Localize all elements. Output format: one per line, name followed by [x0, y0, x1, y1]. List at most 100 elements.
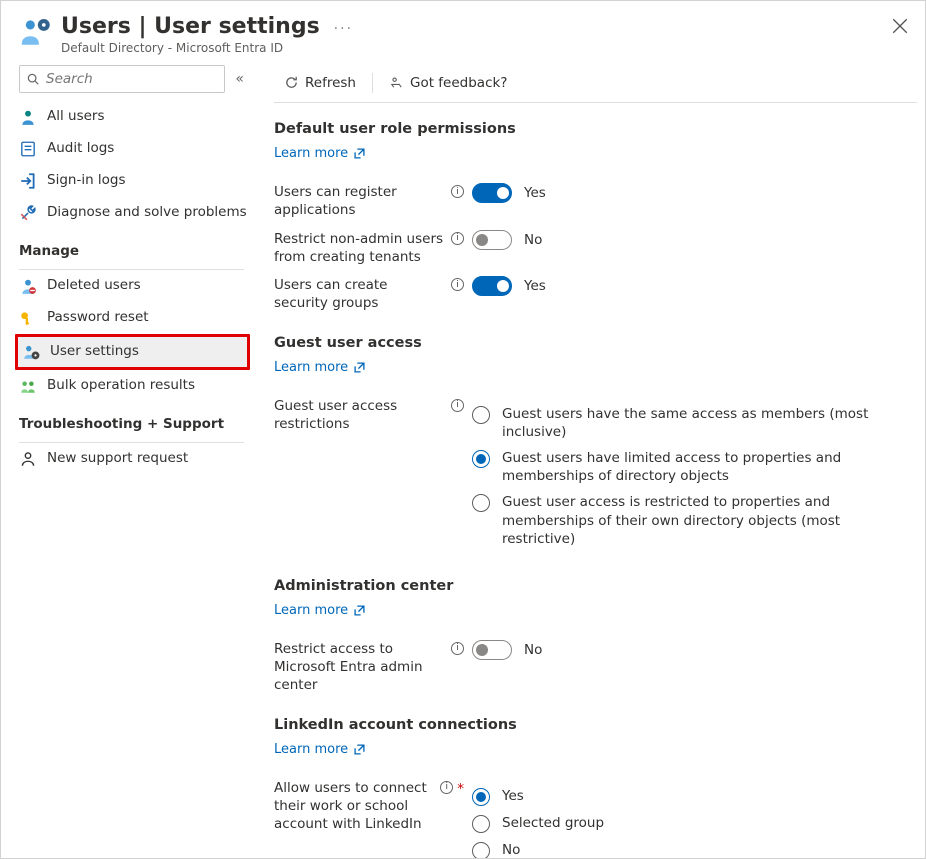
external-link-icon [354, 362, 365, 373]
toggle-state-label: Yes [524, 278, 546, 294]
sidebar-group-manage: Manage [1, 229, 256, 265]
sidebar-item-label: Deleted users [47, 279, 141, 293]
sidebar-item-support-request[interactable]: New support request [1, 443, 256, 475]
radio-label: Guest user access is restricted to prope… [502, 493, 917, 548]
learn-more-label: Learn more [274, 603, 348, 618]
toggle-restrict-admin-center[interactable] [472, 640, 512, 660]
info-icon[interactable]: i [451, 185, 464, 198]
toggle-state-label: Yes [524, 185, 546, 201]
radio-label: No [502, 841, 917, 859]
required-asterisk: * [457, 780, 464, 798]
close-icon[interactable] [891, 15, 909, 33]
key-icon [19, 309, 37, 327]
external-link-icon [354, 605, 365, 616]
sidebar-item-user-settings[interactable]: User settings [18, 337, 247, 367]
radio-label: Selected group [502, 814, 917, 832]
setting-label: Users can create security groups [274, 276, 445, 312]
setting-label: Users can register applications [274, 183, 445, 219]
sidebar: « All users Audit logs Sign-in logs [1, 59, 256, 475]
learn-more-link[interactable]: Learn more [274, 146, 365, 161]
guest-access-radio-1[interactable] [472, 450, 490, 468]
sidebar-item-label: Diagnose and solve problems [47, 206, 247, 220]
refresh-label: Refresh [305, 75, 356, 91]
info-icon[interactable]: i [451, 232, 464, 245]
sidebar-item-label: New support request [47, 452, 188, 466]
setting-label: Restrict non-admin users from creating t… [274, 230, 445, 266]
section-admin-center: Administration center Learn more Restric… [274, 578, 917, 695]
learn-more-label: Learn more [274, 146, 348, 161]
toggle-state-label: No [524, 232, 542, 248]
sidebar-item-diagnose[interactable]: Diagnose and solve problems [1, 197, 256, 229]
refresh-icon [284, 75, 299, 90]
sidebar-item-label: All users [47, 110, 105, 124]
external-link-icon [354, 148, 365, 159]
info-icon[interactable]: i [451, 278, 464, 291]
feedback-icon [389, 75, 404, 90]
linkedin-radio-no[interactable] [472, 842, 490, 859]
toolbar-separator [372, 73, 373, 93]
info-icon[interactable]: i [451, 642, 464, 655]
deleted-user-icon [19, 277, 37, 295]
radio-label: Guest users have limited access to prope… [502, 449, 917, 485]
setting-label: Restrict access to Microsoft Entra admin… [274, 640, 445, 695]
external-link-icon [354, 744, 365, 755]
toggle-restrict-tenants[interactable] [472, 230, 512, 250]
sidebar-item-signin-logs[interactable]: Sign-in logs [1, 165, 256, 197]
info-icon[interactable]: i [440, 781, 453, 794]
learn-more-link[interactable]: Learn more [274, 603, 365, 618]
section-title: Guest user access [274, 335, 917, 351]
linkedin-radio-selected-group[interactable] [472, 815, 490, 833]
signin-icon [19, 172, 37, 190]
toggle-security-groups[interactable] [472, 276, 512, 296]
person-icon [19, 108, 37, 126]
sidebar-item-bulk-results[interactable]: Bulk operation results [1, 370, 256, 402]
sidebar-highlight: User settings [15, 334, 250, 370]
feedback-button[interactable]: Got feedback? [379, 63, 518, 102]
section-title: Administration center [274, 578, 917, 594]
feedback-label: Got feedback? [410, 75, 508, 91]
support-icon [19, 450, 37, 468]
more-dots-icon[interactable]: ··· [334, 15, 353, 37]
section-default-permissions: Default user role permissions Learn more… [274, 121, 917, 312]
linkedin-radio-yes[interactable] [472, 788, 490, 806]
learn-more-link[interactable]: Learn more [274, 360, 365, 375]
users-gear-icon [19, 15, 53, 49]
collapse-sidebar-icon[interactable]: « [235, 71, 244, 87]
page-subtitle: Default Directory - Microsoft Entra ID [61, 41, 320, 55]
section-title: LinkedIn account connections [274, 717, 917, 733]
sidebar-item-all-users[interactable]: All users [1, 101, 256, 133]
learn-more-label: Learn more [274, 742, 348, 757]
setting-label: Allow users to connect their work or sch… [274, 779, 434, 834]
user-settings-icon [22, 343, 40, 361]
content-toolbar: Refresh Got feedback? [274, 63, 917, 103]
sidebar-item-label: Bulk operation results [47, 379, 195, 393]
sidebar-item-password-reset[interactable]: Password reset [1, 302, 256, 334]
sidebar-item-label: Audit logs [47, 142, 114, 156]
log-icon [19, 140, 37, 158]
setting-label: Guest user access restrictions [274, 397, 445, 433]
users-icon [19, 377, 37, 395]
toggle-register-apps[interactable] [472, 183, 512, 203]
radio-label: Guest users have the same access as memb… [502, 405, 917, 441]
section-guest-access: Guest user access Learn more Guest user … [274, 335, 917, 557]
info-icon[interactable]: i [451, 399, 464, 412]
radio-label: Yes [502, 787, 917, 805]
page-title: Users | User settings [61, 15, 320, 39]
search-icon [26, 72, 40, 86]
guest-access-radio-0[interactable] [472, 406, 490, 424]
wrench-icon [19, 204, 37, 222]
search-input[interactable] [44, 70, 218, 88]
sidebar-item-audit-logs[interactable]: Audit logs [1, 133, 256, 165]
sidebar-group-support: Troubleshooting + Support [1, 402, 256, 438]
toggle-state-label: No [524, 642, 542, 658]
learn-more-link[interactable]: Learn more [274, 742, 365, 757]
sidebar-item-deleted-users[interactable]: Deleted users [1, 270, 256, 302]
sidebar-item-label: Password reset [47, 311, 149, 325]
refresh-button[interactable]: Refresh [274, 63, 366, 102]
guest-access-radio-2[interactable] [472, 494, 490, 512]
search-box[interactable] [19, 65, 225, 93]
learn-more-label: Learn more [274, 360, 348, 375]
sidebar-item-label: Sign-in logs [47, 174, 126, 188]
sidebar-item-label: User settings [50, 345, 139, 359]
section-linkedin: LinkedIn account connections Learn more … [274, 717, 917, 859]
